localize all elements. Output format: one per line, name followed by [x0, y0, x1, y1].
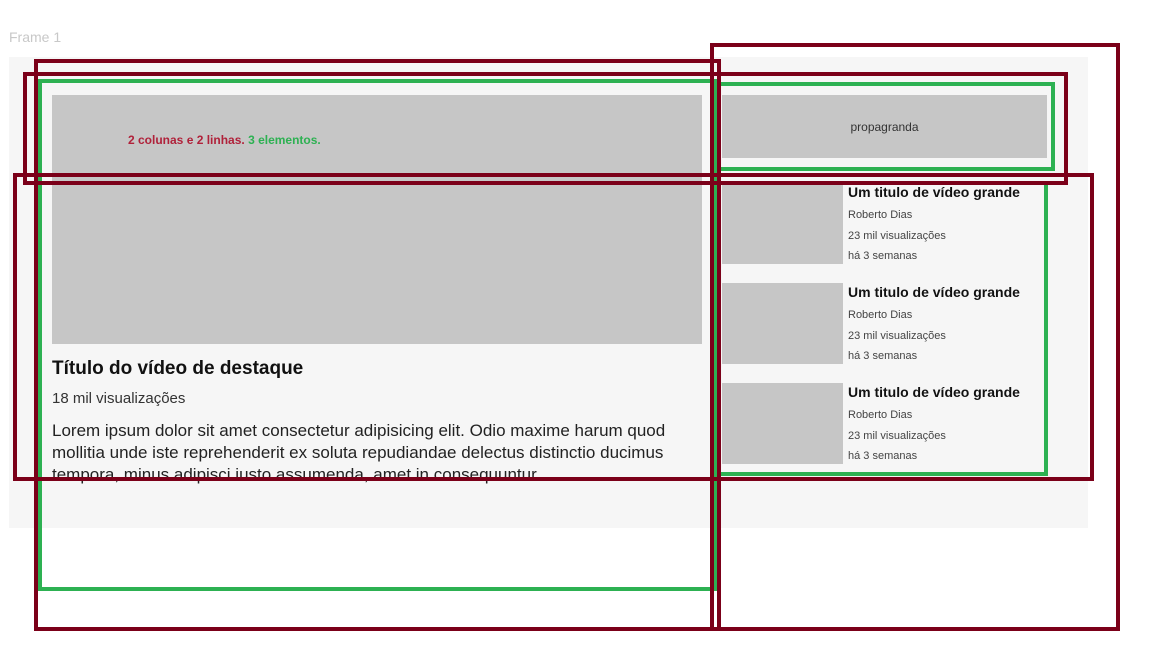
frame-label: Frame 1: [9, 29, 62, 45]
grid-row-1-outline: [23, 72, 1068, 185]
grid-row-2-outline: [13, 173, 1094, 481]
